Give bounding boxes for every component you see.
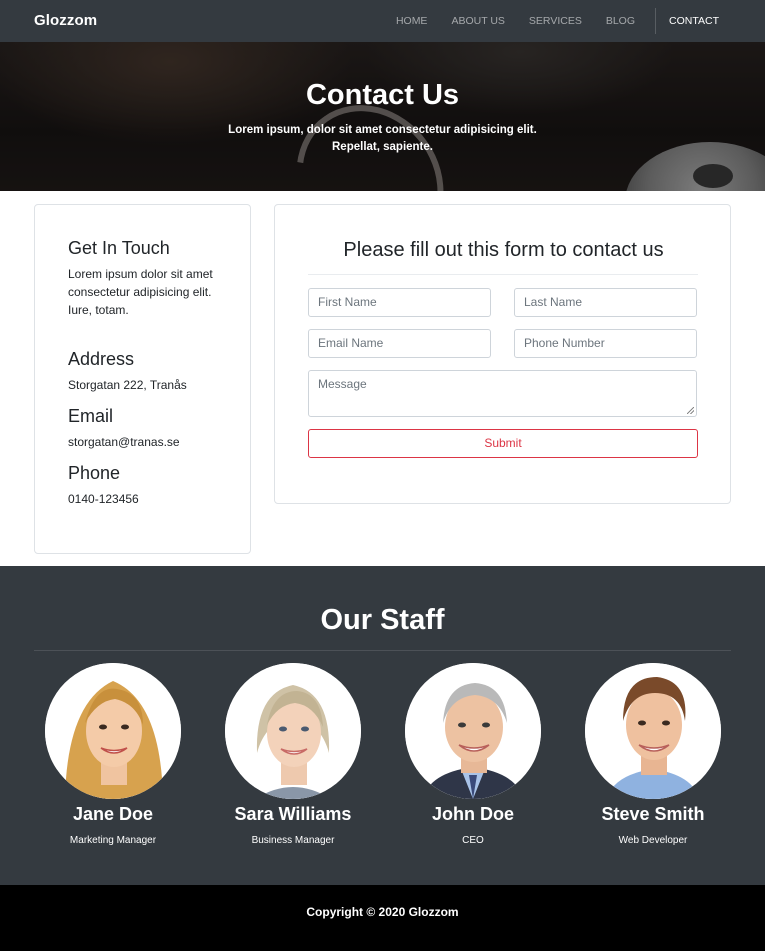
message-placeholder: Message [318, 377, 367, 391]
message-textarea[interactable]: Message [308, 370, 697, 417]
first-name-input[interactable]: First Name [308, 288, 491, 317]
avatar [225, 663, 361, 799]
staff-section: Our Staff Jane Doe Marketing Manager Sar… [0, 566, 765, 885]
submit-button[interactable]: Submit [308, 429, 698, 458]
brand-logo[interactable]: Glozzom [34, 12, 97, 29]
avatar [585, 663, 721, 799]
nav-divider [655, 8, 657, 34]
staff-portrait-image [405, 663, 541, 799]
email-input[interactable]: Email Name [308, 329, 491, 358]
phone-heading: Phone [68, 463, 121, 483]
nav-link-services[interactable]: SERVICES [529, 15, 582, 27]
staff-role: Business Manager [251, 835, 335, 846]
nav-link-contact[interactable]: CONTACT [669, 15, 719, 27]
staff-role: Web Developer [618, 835, 688, 846]
staff-portrait-image [45, 663, 181, 799]
footer: Copyright © 2020 Glozzom [0, 885, 765, 951]
get-in-touch-text: Lorem ipsum dolor sit amet consectetur a… [68, 267, 213, 317]
footer-copyright: Copyright © 2020 Glozzom [306, 905, 459, 919]
staff-heading: Our Staff [320, 604, 445, 636]
phone-text: 0140-123456 [68, 492, 139, 506]
form-divider [308, 274, 698, 275]
email-heading: Email [68, 406, 114, 426]
nav-link-blog[interactable]: BLOG [606, 15, 635, 27]
hero-subtitle: Lorem ipsum, dolor sit amet consectetur … [228, 124, 537, 153]
staff-name: Sara Williams [234, 804, 352, 824]
email-text[interactable]: storgatan@tranas.se [68, 433, 238, 451]
last-name-input[interactable]: Last Name [514, 288, 697, 317]
contact-info-card: Get In Touch Lorem ipsum dolor sit amet … [34, 204, 251, 554]
hero-banner: Contact Us Lorem ipsum, dolor sit amet c… [0, 42, 765, 191]
staff-name: John Doe [431, 804, 514, 824]
phone-input[interactable]: Phone Number [514, 329, 697, 358]
get-in-touch-heading: Get In Touch [68, 238, 170, 258]
address-text: Storgatan 222, Tranås [68, 378, 187, 392]
navbar: Glozzom HOME ABOUT US SERVICES BLOG CONT… [0, 0, 765, 42]
staff-divider [34, 650, 731, 651]
staff-portrait-image [225, 663, 361, 799]
staff-name: Jane Doe [72, 804, 154, 824]
staff-role: CEO [462, 835, 484, 846]
staff-role: Marketing Manager [69, 835, 157, 846]
staff-name: Steve Smith [601, 804, 705, 824]
staff-portrait-image [585, 663, 721, 799]
form-title: Please fill out this form to contact us [343, 239, 664, 261]
resize-grip-icon[interactable] [687, 407, 694, 414]
hero-title: Contact Us [305, 79, 460, 111]
nav-links: HOME ABOUT US SERVICES BLOG CONTACT [372, 0, 719, 42]
address-heading: Address [68, 349, 135, 369]
nav-link-home[interactable]: HOME [396, 15, 428, 27]
contact-form-card: Please fill out this form to contact us … [274, 204, 731, 504]
nav-link-about-us[interactable]: ABOUT US [451, 15, 504, 27]
avatar [405, 663, 541, 799]
avatar [45, 663, 181, 799]
